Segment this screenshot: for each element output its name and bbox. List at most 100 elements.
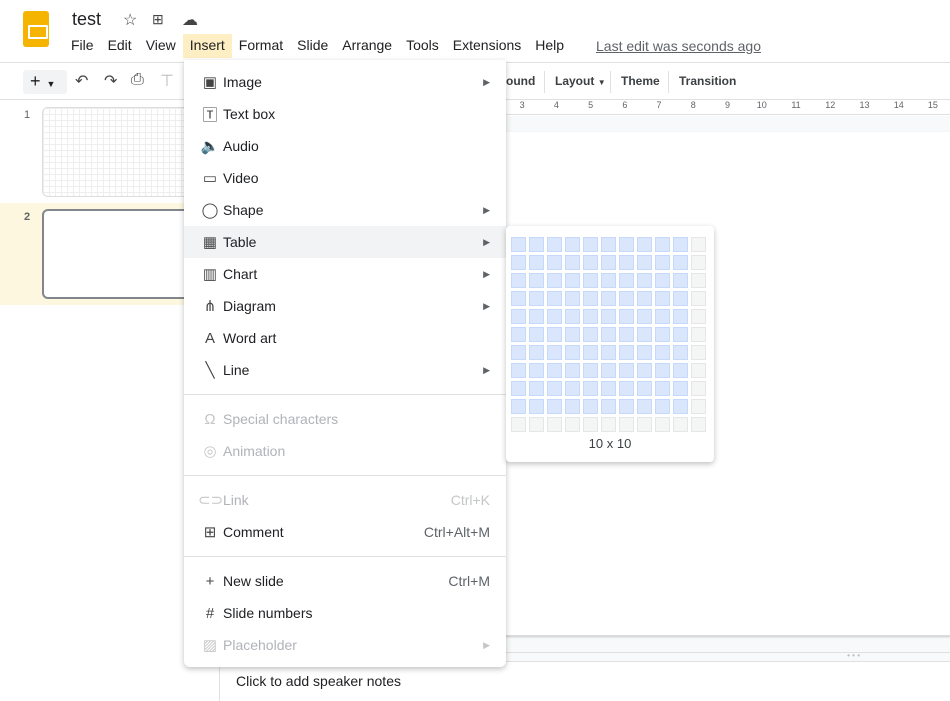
table-grid-cell[interactable] [601, 417, 616, 432]
table-grid-cell[interactable] [637, 291, 652, 306]
table-grid-cell[interactable] [691, 381, 706, 396]
table-grid-cell[interactable] [583, 381, 598, 396]
paint-format-icon[interactable]: ⊤ [160, 71, 174, 91]
table-grid-cell[interactable] [637, 381, 652, 396]
table-grid-cell[interactable] [601, 255, 616, 270]
menu-item-special-characters[interactable]: Ω Special characters [184, 403, 506, 435]
table-grid-cell[interactable] [673, 291, 688, 306]
menu-item-animation[interactable]: ◎ Animation [184, 435, 506, 467]
table-grid-cell[interactable] [547, 255, 562, 270]
table-grid-cell[interactable] [511, 363, 526, 378]
table-grid-cell[interactable] [637, 237, 652, 252]
table-grid-cell[interactable] [511, 417, 526, 432]
menu-item-comment[interactable]: ⊞ Comment Ctrl+Alt+M [184, 516, 506, 548]
redo-icon[interactable]: ↷ [104, 71, 117, 91]
table-grid-cell[interactable] [511, 237, 526, 252]
table-grid-cell[interactable] [547, 381, 562, 396]
table-grid-cell[interactable] [565, 327, 580, 342]
table-grid-cell[interactable] [673, 327, 688, 342]
menu-item-diagram[interactable]: ⋔ Diagram ▶ [184, 290, 506, 322]
table-grid-cell[interactable] [691, 417, 706, 432]
table-grid-cell[interactable] [529, 327, 544, 342]
table-grid-cell[interactable] [619, 273, 634, 288]
table-grid-cell[interactable] [529, 399, 544, 414]
table-grid-cell[interactable] [601, 237, 616, 252]
table-grid-cell[interactable] [547, 309, 562, 324]
table-grid-cell[interactable] [601, 381, 616, 396]
table-grid-cell[interactable] [529, 381, 544, 396]
table-grid-cell[interactable] [511, 291, 526, 306]
table-grid-cell[interactable] [529, 309, 544, 324]
table-grid-cell[interactable] [691, 291, 706, 306]
table-grid-cell[interactable] [619, 381, 634, 396]
table-grid-cell[interactable] [673, 381, 688, 396]
table-grid-cell[interactable] [655, 237, 670, 252]
table-grid-cell[interactable] [547, 273, 562, 288]
table-grid-cell[interactable] [619, 309, 634, 324]
table-grid-cell[interactable] [565, 309, 580, 324]
table-grid-cell[interactable] [565, 273, 580, 288]
table-grid-cell[interactable] [691, 345, 706, 360]
table-grid-cell[interactable] [619, 291, 634, 306]
table-grid-cell[interactable] [619, 363, 634, 378]
menu-item-shape[interactable]: ◯ Shape ▶ [184, 194, 506, 226]
table-grid-cell[interactable] [637, 327, 652, 342]
table-grid-cell[interactable] [691, 255, 706, 270]
menu-item-table[interactable]: ▦ Table ▶ [184, 226, 506, 258]
print-icon[interactable]: ⎙ [131, 71, 144, 89]
table-grid-cell[interactable] [511, 255, 526, 270]
table-grid-cell[interactable] [547, 417, 562, 432]
table-grid-cell[interactable] [637, 399, 652, 414]
background-button[interactable]: ound [506, 74, 535, 88]
menu-item-placeholder[interactable]: ▨ Placeholder ▶ [184, 629, 506, 661]
table-grid-cell[interactable] [655, 327, 670, 342]
star-icon[interactable]: ☆ [123, 10, 137, 30]
table-grid-cell[interactable] [655, 363, 670, 378]
table-grid-cell[interactable] [637, 417, 652, 432]
table-grid-cell[interactable] [529, 363, 544, 378]
table-grid-cell[interactable] [583, 309, 598, 324]
table-grid-cell[interactable] [565, 237, 580, 252]
table-grid-cell[interactable] [619, 417, 634, 432]
table-grid-cell[interactable] [583, 327, 598, 342]
table-grid-cell[interactable] [547, 237, 562, 252]
table-grid-cell[interactable] [655, 381, 670, 396]
table-grid-cell[interactable] [673, 417, 688, 432]
table-grid-cell[interactable] [529, 237, 544, 252]
table-grid-cell[interactable] [565, 363, 580, 378]
speaker-notes[interactable]: Click to add speaker notes [236, 673, 401, 689]
table-grid-cell[interactable] [529, 255, 544, 270]
table-grid-cell[interactable] [511, 399, 526, 414]
table-grid-cell[interactable] [547, 345, 562, 360]
table-grid-cell[interactable] [547, 327, 562, 342]
table-grid-cell[interactable] [637, 345, 652, 360]
table-grid-cell[interactable] [601, 309, 616, 324]
table-grid-cell[interactable] [547, 399, 562, 414]
menu-tools[interactable]: Tools [399, 34, 446, 58]
table-grid-cell[interactable] [691, 327, 706, 342]
table-grid-cell[interactable] [565, 255, 580, 270]
table-grid-cell[interactable] [565, 345, 580, 360]
menu-edit[interactable]: Edit [101, 34, 139, 58]
table-grid-cell[interactable] [673, 273, 688, 288]
table-grid-cell[interactable] [655, 399, 670, 414]
theme-button[interactable]: Theme [621, 74, 660, 88]
menu-extensions[interactable]: Extensions [446, 34, 528, 58]
menu-item-link[interactable]: ⊂⊃ Link Ctrl+K [184, 484, 506, 516]
table-grid-cell[interactable] [583, 345, 598, 360]
table-grid-cell[interactable] [601, 399, 616, 414]
table-grid-cell[interactable] [529, 417, 544, 432]
table-grid-cell[interactable] [601, 327, 616, 342]
table-grid-cell[interactable] [511, 345, 526, 360]
table-grid-cell[interactable] [583, 291, 598, 306]
menu-item-line[interactable]: ╲ Line ▶ [184, 354, 506, 386]
table-grid-cell[interactable] [691, 399, 706, 414]
table-grid-cell[interactable] [637, 363, 652, 378]
table-grid-cell[interactable] [619, 345, 634, 360]
table-grid-cell[interactable] [619, 399, 634, 414]
table-grid-cell[interactable] [565, 381, 580, 396]
table-grid-cell[interactable] [691, 237, 706, 252]
table-grid-cell[interactable] [673, 237, 688, 252]
table-grid-cell[interactable] [601, 345, 616, 360]
cloud-saved-icon[interactable]: ☁ [182, 10, 198, 30]
